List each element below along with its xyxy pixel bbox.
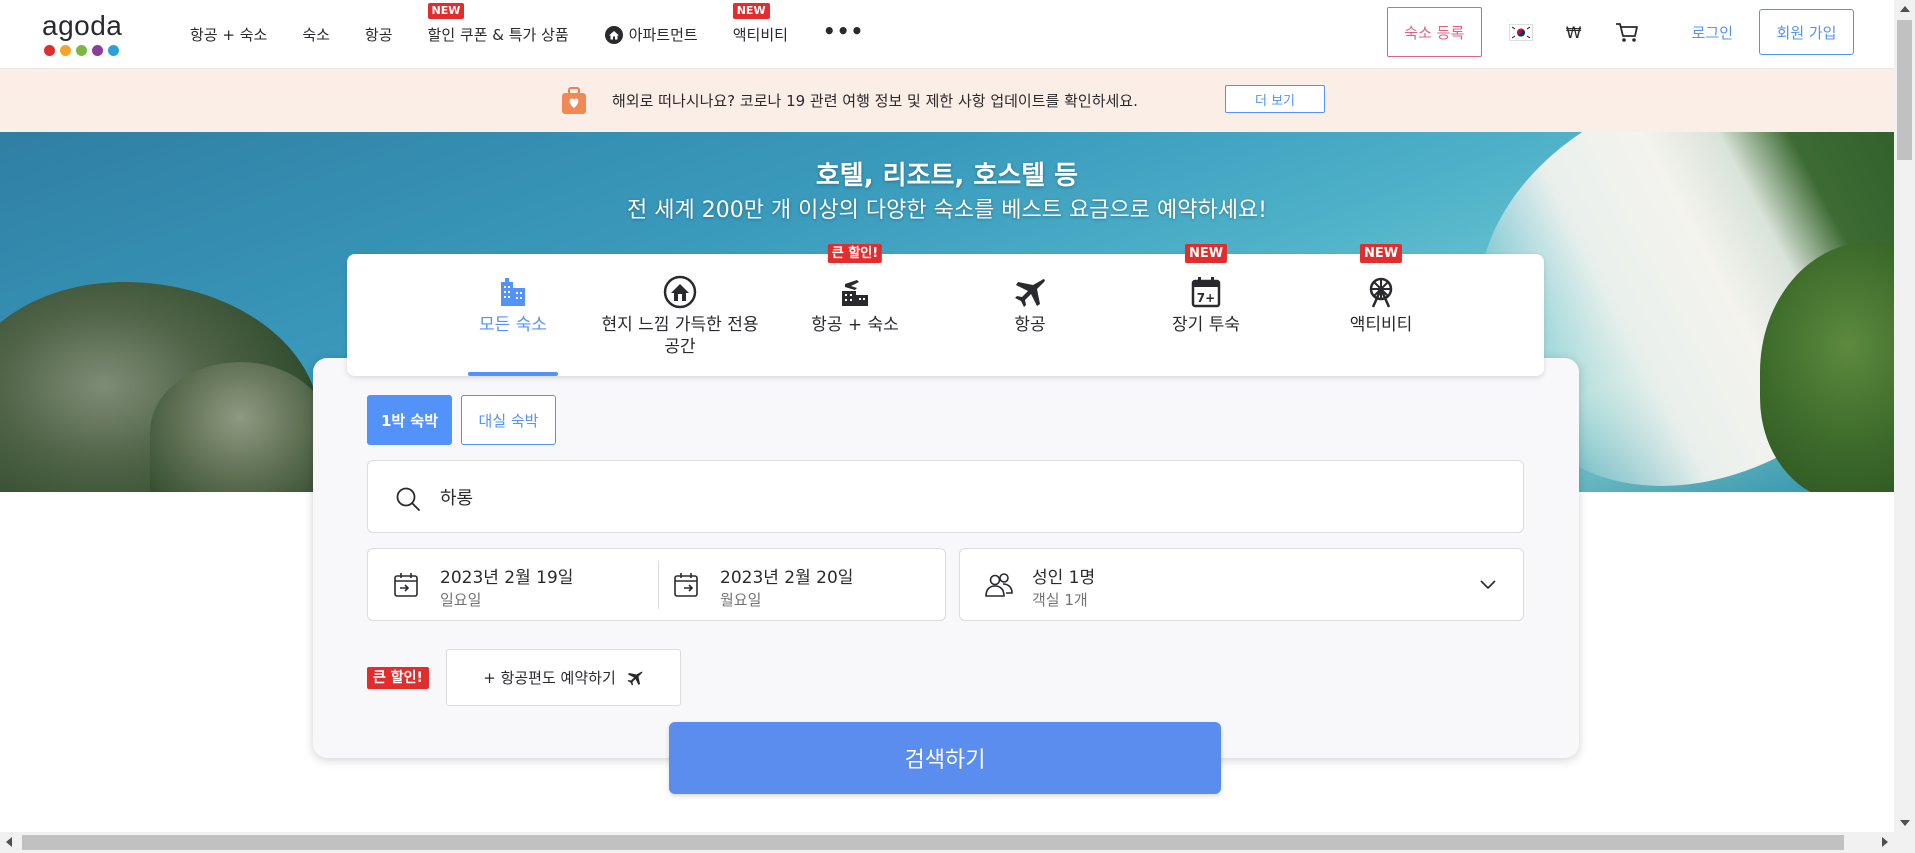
tab-long-stays[interactable]: NEW 7+ 장기 투숙 (1121, 244, 1291, 376)
more-dots-icon: ••• (822, 18, 865, 43)
nav-label: 항공 (364, 26, 393, 44)
guest-count: 성인 1명 (1032, 568, 1096, 588)
covid-notice-banner: 해외로 떠나시나요? 코로나 19 관련 여행 정보 및 제한 사항 업데이트를… (0, 69, 1894, 132)
checkout-date: 2023년 2월 20일 (720, 568, 854, 588)
hero-subtitle: 전 세계 200만 개 이상의 다양한 숙소를 베스트 요금으로 예약하세요! (627, 198, 1267, 223)
currency-selector[interactable]: ₩ (1566, 23, 1582, 42)
cart-icon[interactable] (1614, 19, 1640, 45)
new-badge: NEW (1184, 244, 1228, 263)
agoda-logo[interactable]: agoda (42, 12, 128, 58)
nav-label: 액티비티 (732, 26, 788, 44)
korea-flag-icon[interactable] (1508, 22, 1534, 42)
add-flight-label: + 항공편도 예약하기 (483, 669, 616, 687)
big-deal-badge: 큰 할인! (367, 667, 429, 689)
tab-activities[interactable]: NEW 액티비티 (1296, 244, 1466, 376)
horizontal-scroll-thumb[interactable] (22, 835, 1844, 850)
nav-label: 항공 + 숙소 (190, 26, 268, 44)
new-badge: NEW (1359, 244, 1403, 263)
signup-button[interactable]: 회원 가입 (1759, 9, 1854, 55)
plane-icon (1015, 279, 1045, 307)
destination-search[interactable] (367, 460, 1524, 533)
checkin-date: 2023년 2월 19일 (440, 568, 574, 588)
checkin-calendar-icon (394, 573, 418, 597)
main-nav: 항공 + 숙소 숙소 항공 NEW 할인 쿠폰 & 특가 상품 아파트먼트 NE… (190, 0, 899, 69)
tab-label: 현지 느낌 가득한 전용 공간 (601, 315, 759, 357)
horizontal-scrollbar[interactable] (0, 832, 1915, 853)
checkout-day: 월요일 (720, 591, 762, 609)
vertical-scroll-thumb[interactable] (1897, 20, 1912, 160)
nav-label: 숙소 (302, 26, 330, 44)
nav-apartments[interactable]: 아파트먼트 (604, 0, 698, 69)
login-link[interactable]: 로그인 (1692, 22, 1733, 43)
new-badge: NEW (427, 3, 465, 19)
calendar-7plus-icon: 7+ (1191, 277, 1221, 308)
building-icon (501, 278, 525, 306)
scroll-left-arrow-icon[interactable] (6, 837, 12, 847)
flight-hotel-icon (842, 280, 868, 306)
big-deal-badge: 큰 할인! (827, 244, 883, 263)
search-icon (396, 487, 420, 511)
guests-icon (985, 573, 1013, 597)
home-icon (663, 275, 697, 309)
nav-activities[interactable]: NEW 액티비티 (732, 0, 788, 69)
hero-title: 호텔, 리조트, 호스텔 등 (815, 161, 1079, 191)
room-count: 객실 1개 (1032, 591, 1088, 609)
nav-label: 할인 쿠폰 & 특가 상품 (427, 26, 569, 44)
logo-wordmark: agoda (42, 10, 123, 41)
day-use-stay-toggle[interactable]: 대실 숙박 (461, 395, 556, 445)
active-tab-indicator (468, 372, 558, 376)
nav-more-button[interactable]: ••• (823, 0, 864, 65)
vertical-scrollbar[interactable] (1894, 0, 1915, 832)
checkin-field[interactable]: 2023년 2월 19일 일요일 (368, 549, 648, 620)
nav-hotels[interactable]: 숙소 (302, 0, 330, 69)
notice-more-button[interactable]: 더 보기 (1225, 85, 1325, 113)
tab-label: 장기 투숙 (1172, 315, 1240, 335)
nav-flight-hotel[interactable]: 항공 + 숙소 (190, 0, 267, 69)
suitcase-icon (562, 87, 586, 114)
chevron-down-icon (1480, 580, 1496, 590)
hero-island-image-2 (150, 362, 330, 492)
occupancy-selector[interactable]: 성인 1명 객실 1개 (959, 548, 1524, 621)
tab-homes[interactable]: 현지 느낌 가득한 전용 공간 (595, 254, 765, 376)
notice-text: 해외로 떠나시나요? 코로나 19 관련 여행 정보 및 제한 사항 업데이트를… (612, 92, 1138, 110)
tab-flight-hotel[interactable]: 큰 할인! 항공 + 숙소 (770, 244, 940, 376)
home-icon (604, 25, 623, 44)
checkout-calendar-icon (674, 573, 698, 597)
date-picker: 2023년 2월 19일 일요일 2023년 2월 20일 월요일 (367, 548, 946, 621)
scroll-down-arrow-icon[interactable] (1900, 820, 1910, 826)
scroll-up-arrow-icon[interactable] (1900, 6, 1910, 12)
logo-dots (44, 45, 128, 56)
destination-input[interactable] (440, 475, 1440, 519)
header-actions: 숙소 등록 ₩ 로그인 회원 가입 (1386, 6, 1854, 58)
nav-label: 아파트먼트 (628, 26, 698, 44)
overnight-stay-toggle[interactable]: 1박 숙박 (367, 395, 452, 445)
scroll-right-arrow-icon[interactable] (1882, 837, 1888, 847)
add-flight-button[interactable]: + 항공편도 예약하기 (446, 649, 681, 706)
new-badge: NEW (732, 3, 770, 19)
svg-text:7+: 7+ (1197, 291, 1215, 305)
search-button[interactable]: 검색하기 (669, 722, 1221, 794)
top-header: agoda 항공 + 숙소 숙소 항공 NEW 할인 쿠폰 & 특가 상품 아파… (0, 0, 1894, 69)
tab-all-hotels[interactable]: 모든 숙소 (428, 254, 598, 376)
tab-flights[interactable]: 항공 (945, 254, 1115, 376)
list-property-button[interactable]: 숙소 등록 (1386, 7, 1482, 57)
tab-label: 항공 (1014, 315, 1046, 335)
nav-deals[interactable]: NEW 할인 쿠폰 & 특가 상품 (427, 0, 569, 69)
tab-label: 액티비티 (1349, 315, 1413, 335)
tab-label: 모든 숙소 (479, 315, 547, 335)
ferris-wheel-icon (1369, 277, 1393, 308)
checkin-day: 일요일 (440, 591, 482, 609)
product-tabs: 모든 숙소 현지 느낌 가득한 전용 공간 큰 할인! 항공 + 숙소 항공 N… (347, 244, 1544, 376)
tab-label: 항공 + 숙소 (811, 315, 899, 335)
plane-icon (627, 671, 643, 685)
nav-flights[interactable]: 항공 (365, 0, 393, 69)
checkout-field[interactable]: 2023년 2월 20일 월요일 (648, 549, 928, 620)
